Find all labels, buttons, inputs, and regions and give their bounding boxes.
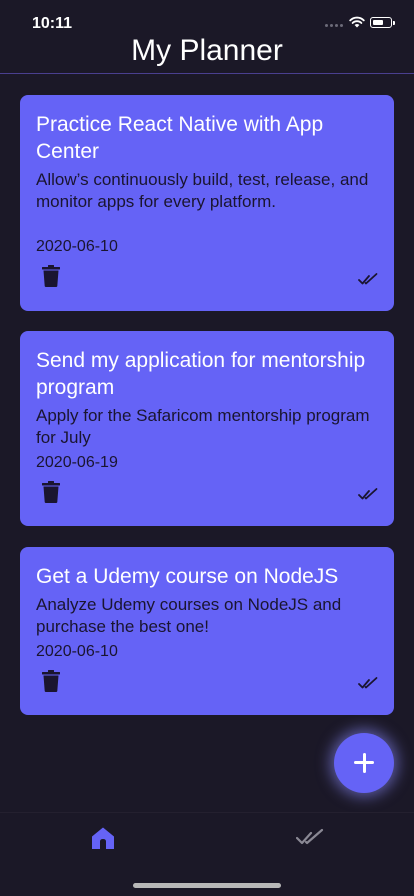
double-check-icon[interactable]: [358, 676, 378, 690]
wifi-icon: [349, 16, 365, 28]
task-title: Get a Udemy course on NodeJS: [36, 565, 339, 588]
add-task-button[interactable]: [334, 733, 394, 793]
cellular-signal-icon: [325, 24, 343, 27]
double-check-icon[interactable]: [296, 828, 324, 846]
trash-icon[interactable]: [42, 670, 60, 692]
task-card[interactable]: Send my application for mentorship progr…: [20, 331, 394, 526]
task-date: 2020-06-19: [36, 454, 118, 471]
task-title: Practice React Native with App Center: [36, 113, 324, 163]
home-icon[interactable]: [91, 826, 115, 850]
task-date: 2020-06-10: [36, 238, 118, 255]
task-description: Apply for the Safaricom mentorship progr…: [36, 406, 370, 447]
task-description: Analyze Udemy courses on NodeJS and purc…: [36, 595, 342, 636]
status-time: 10:11: [32, 15, 73, 32]
double-check-icon[interactable]: [358, 272, 378, 286]
page-title: My Planner: [131, 34, 283, 67]
task-card[interactable]: Get a Udemy course on NodeJS Analyze Ude…: [20, 547, 394, 715]
task-description: Allow’s continuously build, test, releas…: [36, 170, 369, 211]
task-card[interactable]: Practice React Native with App Center Al…: [20, 95, 394, 311]
battery-icon: [370, 17, 395, 28]
trash-icon[interactable]: [42, 481, 60, 503]
home-indicator[interactable]: [133, 883, 281, 888]
task-title: Send my application for mentorship progr…: [36, 349, 366, 399]
double-check-icon[interactable]: [358, 487, 378, 501]
planner-screen: 10:11 My Planner Practice React Native w…: [0, 0, 414, 896]
header-divider: [0, 73, 414, 74]
trash-icon[interactable]: [42, 265, 60, 287]
task-date: 2020-06-10: [36, 643, 118, 660]
